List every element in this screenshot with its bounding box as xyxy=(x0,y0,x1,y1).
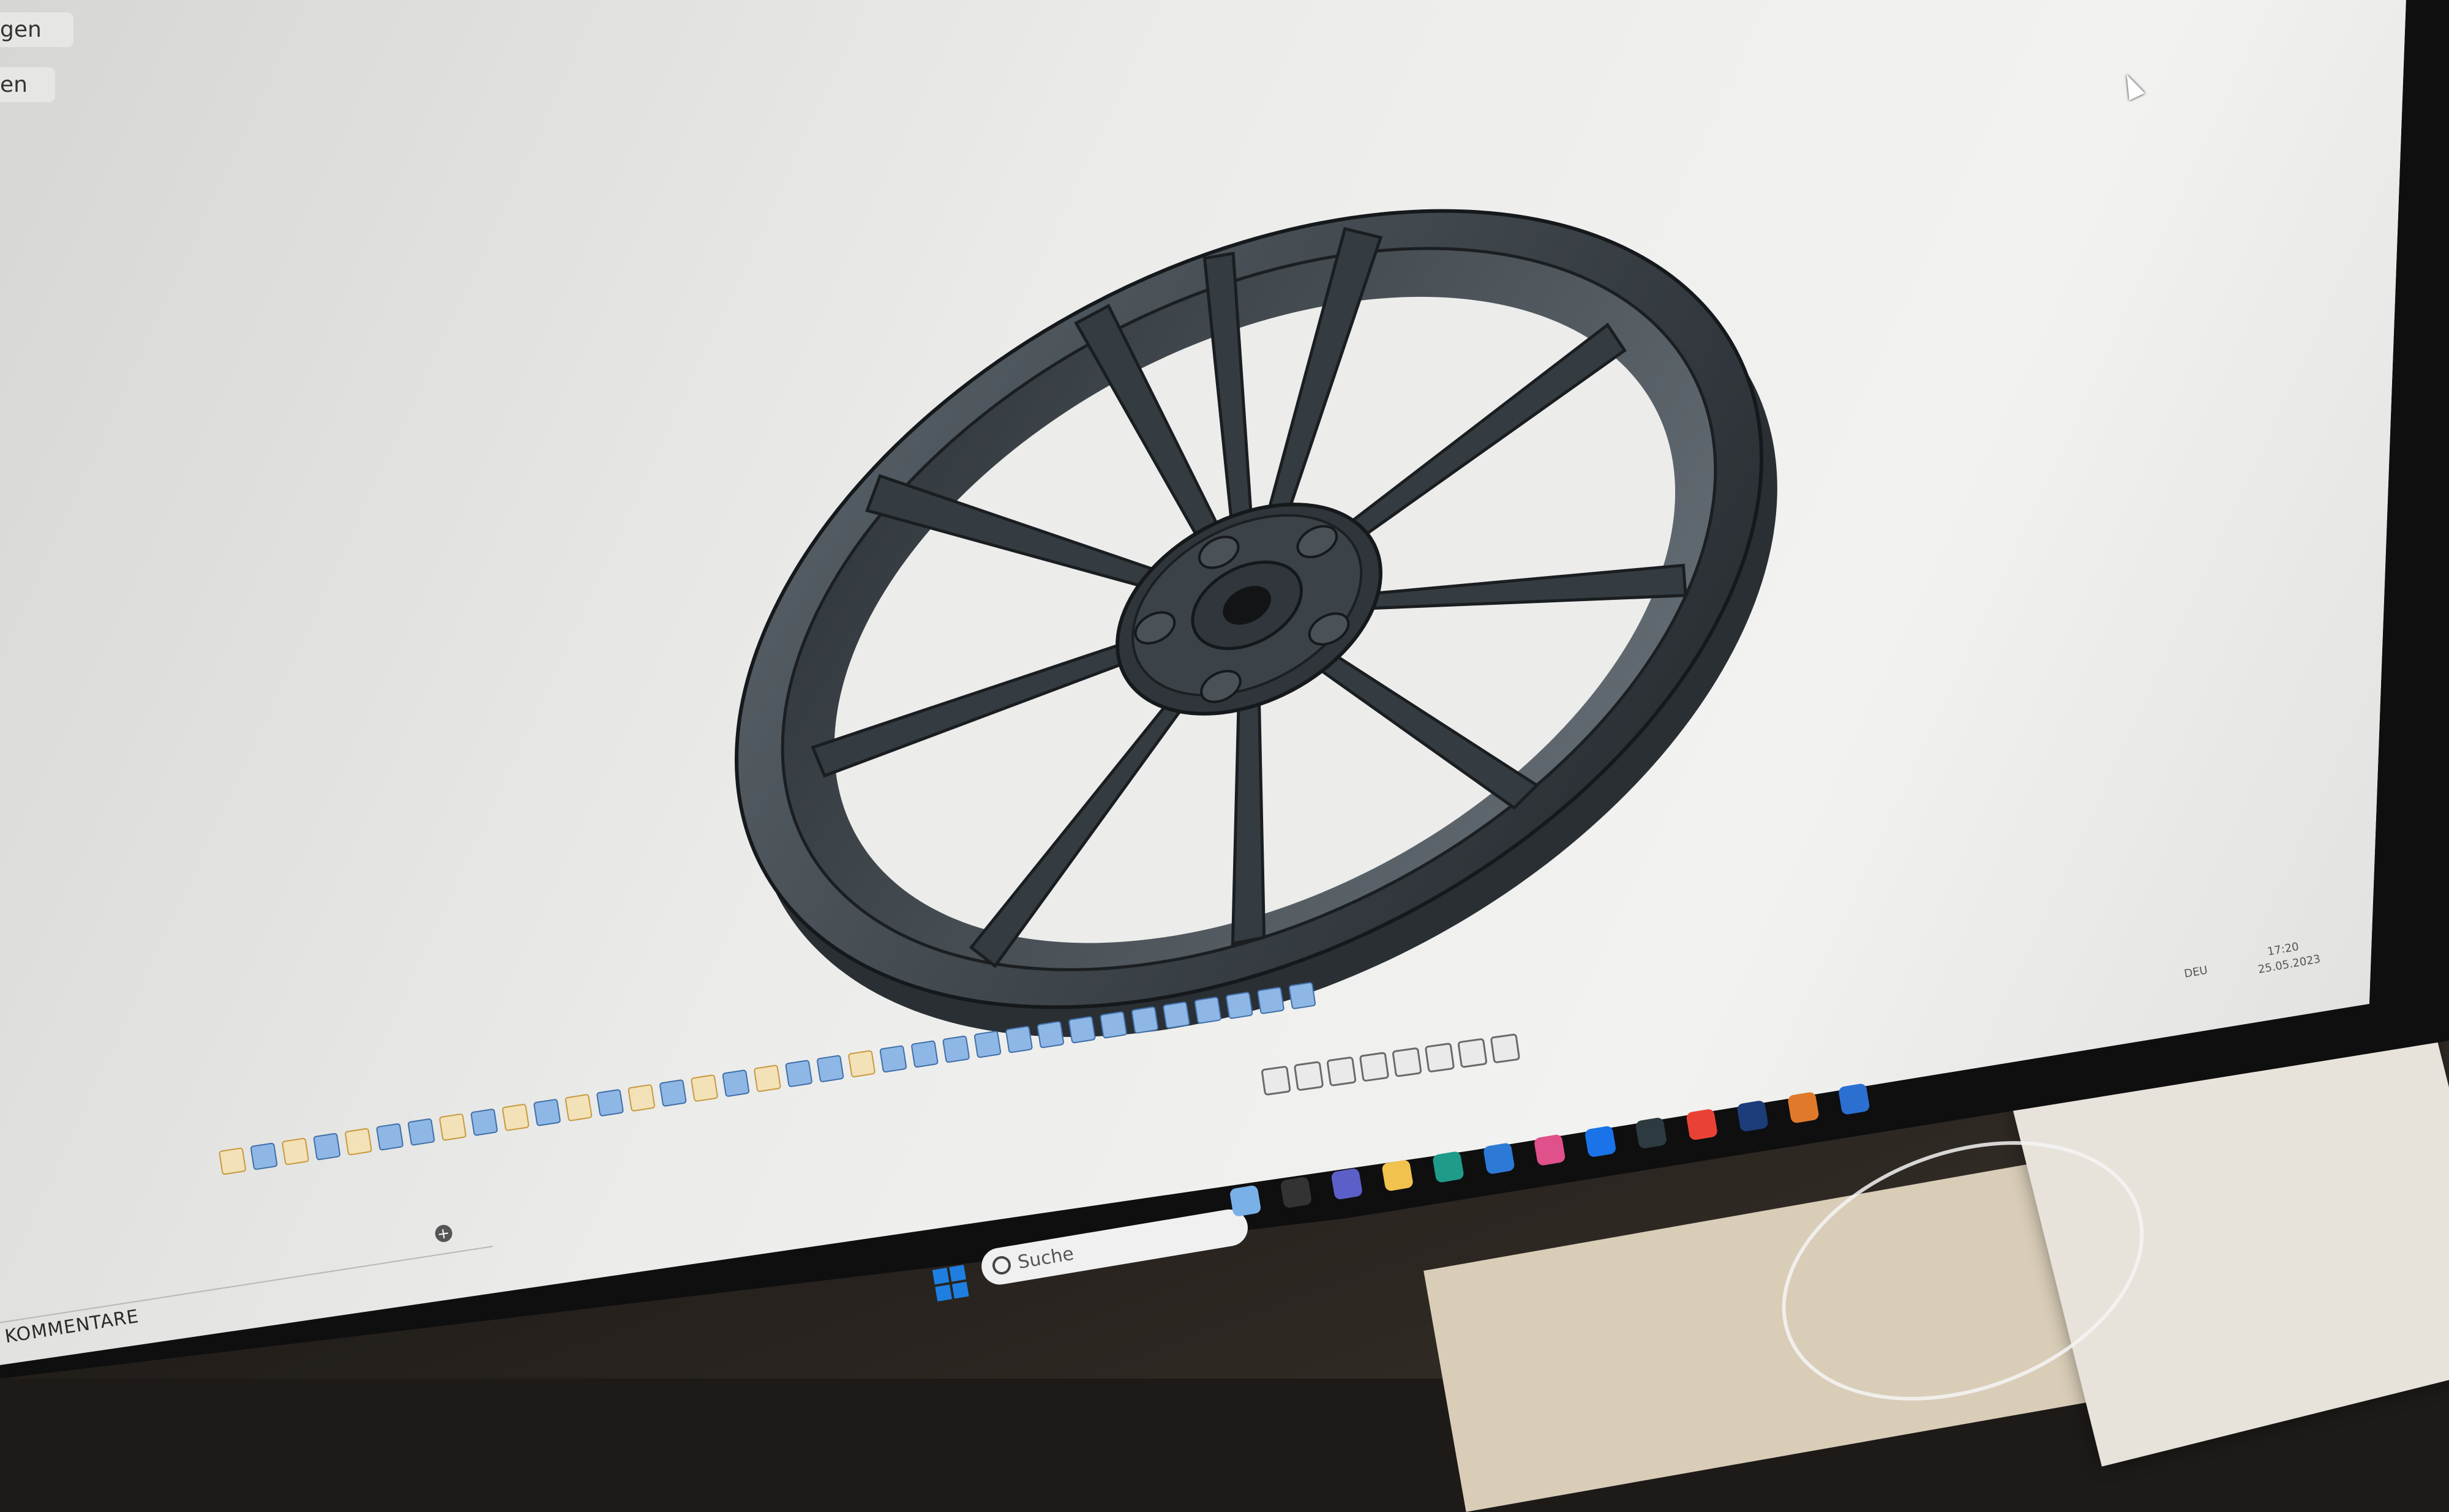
timeline-feature-icon[interactable] xyxy=(313,1132,341,1161)
edge-icon[interactable] xyxy=(1432,1150,1465,1183)
look-at-icon[interactable] xyxy=(1293,1060,1324,1091)
timeline-feature-icon[interactable] xyxy=(470,1108,498,1137)
timeline-sketch-icon[interactable] xyxy=(344,1128,373,1156)
timeline-sketch-icon[interactable] xyxy=(501,1103,530,1132)
app-icon[interactable] xyxy=(1584,1125,1617,1158)
timeline-sketch-icon[interactable] xyxy=(627,1083,656,1112)
timeline-feature-icon[interactable] xyxy=(722,1069,750,1098)
app-icon[interactable] xyxy=(1533,1134,1566,1167)
pan-icon[interactable] xyxy=(1326,1056,1357,1087)
timeline-feature-icon[interactable] xyxy=(533,1098,561,1127)
timeline-feature-icon[interactable] xyxy=(784,1059,813,1088)
timeline-feature-icon[interactable] xyxy=(250,1142,278,1170)
orbit-icon[interactable] xyxy=(1261,1065,1291,1096)
zoom-icon[interactable] xyxy=(1359,1051,1390,1082)
timeline-feature-icon[interactable] xyxy=(659,1079,688,1107)
timeline-sketch-icon[interactable] xyxy=(438,1113,467,1142)
timeline-feature-icon[interactable] xyxy=(407,1118,435,1147)
timeline-sketch-icon[interactable] xyxy=(753,1064,782,1093)
copilot-icon[interactable] xyxy=(1229,1185,1262,1218)
timeline-feature-icon[interactable] xyxy=(375,1123,404,1151)
clock-date[interactable]: 25.05.2023 xyxy=(2257,952,2322,976)
viewports-icon[interactable] xyxy=(1490,1033,1521,1064)
windows-start-icon[interactable] xyxy=(932,1265,969,1302)
timeline-sketch-icon[interactable] xyxy=(690,1074,719,1102)
menu-item-fragment-1[interactable]: gen xyxy=(0,12,73,47)
grid-settings-icon[interactable] xyxy=(1457,1038,1488,1069)
fusion-icon[interactable] xyxy=(1787,1091,1820,1124)
timeline-feature-icon[interactable] xyxy=(596,1088,624,1117)
outlook-icon[interactable] xyxy=(1482,1142,1515,1175)
taskbar-search-placeholder: Suche xyxy=(1016,1243,1076,1274)
menu-item-fragment-1-label: gen xyxy=(0,17,42,42)
timeline-sketch-icon[interactable] xyxy=(218,1147,247,1175)
timeline-feature-icon[interactable] xyxy=(816,1054,844,1083)
app-icon[interactable] xyxy=(1280,1176,1313,1209)
display-settings-icon[interactable] xyxy=(1424,1042,1455,1073)
menu-item-fragment-2[interactable]: en xyxy=(0,67,55,102)
menu-item-fragment-2-label: en xyxy=(0,72,28,97)
chrome-icon[interactable] xyxy=(1686,1108,1719,1141)
app-icon[interactable] xyxy=(1736,1099,1769,1132)
timeline-sketch-icon[interactable] xyxy=(281,1137,310,1166)
file-explorer-icon[interactable] xyxy=(1381,1159,1414,1192)
word-icon[interactable] xyxy=(1837,1082,1870,1115)
search-icon xyxy=(991,1254,1013,1276)
timeline-sketch-icon[interactable] xyxy=(847,1050,876,1078)
fit-icon[interactable] xyxy=(1392,1047,1422,1078)
teams-icon[interactable] xyxy=(1330,1167,1363,1200)
app-icon[interactable] xyxy=(1635,1117,1668,1150)
timeline-sketch-icon[interactable] xyxy=(564,1093,593,1122)
language-indicator[interactable]: DEU xyxy=(2183,964,2208,980)
